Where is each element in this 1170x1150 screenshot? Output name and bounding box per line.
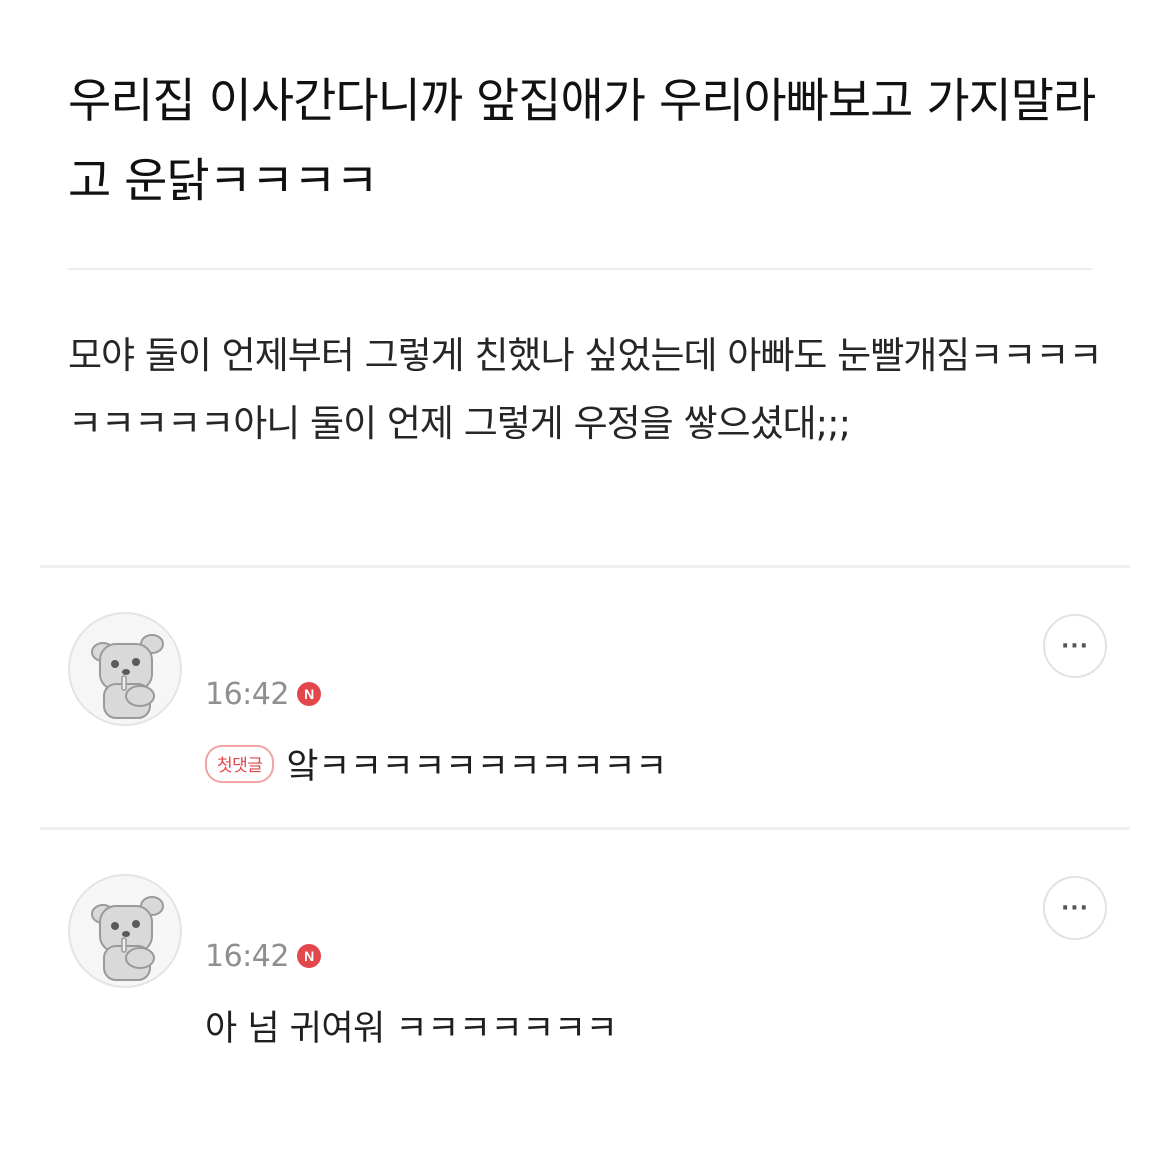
comment-item: 16:42 N 아 넘 귀여워 ㅋㅋㅋㅋㅋㅋㅋ ··· bbox=[0, 874, 1170, 1114]
comments-divider bbox=[40, 565, 1130, 568]
bear-avatar-icon bbox=[91, 634, 164, 719]
comment-timestamp: 16:42 N bbox=[205, 936, 321, 976]
first-comment-badge: 첫댓글 bbox=[205, 744, 275, 783]
avatar[interactable] bbox=[68, 874, 182, 988]
title-divider bbox=[68, 268, 1092, 270]
post-title: 우리집 이사간다니까 앞집애가 우리아빠보고 가지말라고 운닭ㅋㅋㅋㅋ bbox=[68, 74, 1096, 209]
comment-text: 아 넘 귀여워 ㅋㅋㅋㅋㅋㅋㅋ bbox=[205, 1009, 618, 1049]
comment-text: 앜ㅋㅋㅋㅋㅋㅋㅋㅋㅋㅋㅋ bbox=[286, 747, 667, 787]
post-body: 모야 둘이 언제부터 그렇게 친했나 싶었는데 아빠도 눈빨개짐ㅋㅋㅋㅋㅋㅋㅋㅋ… bbox=[68, 334, 1103, 445]
comment-timestamp: 16:42 N bbox=[205, 674, 321, 714]
timestamp-text: 16:42 bbox=[205, 938, 289, 974]
avatar[interactable] bbox=[68, 612, 182, 726]
comment-content: 아 넘 귀여워 ㅋㅋㅋㅋㅋㅋㅋ bbox=[205, 1000, 618, 1051]
comment-divider bbox=[40, 827, 1130, 830]
more-options-button[interactable]: ··· bbox=[1043, 876, 1107, 940]
comment-item: 16:42 N 첫댓글 앜ㅋㅋㅋㅋㅋㅋㅋㅋㅋㅋㅋ ··· bbox=[0, 612, 1170, 852]
new-badge: N bbox=[296, 682, 321, 706]
new-badge: N bbox=[296, 944, 321, 968]
comment-content: 첫댓글 앜ㅋㅋㅋㅋㅋㅋㅋㅋㅋㅋㅋ bbox=[205, 738, 667, 789]
bear-avatar-icon bbox=[91, 896, 164, 981]
more-options-button[interactable]: ··· bbox=[1043, 614, 1107, 678]
timestamp-text: 16:42 bbox=[205, 676, 289, 712]
